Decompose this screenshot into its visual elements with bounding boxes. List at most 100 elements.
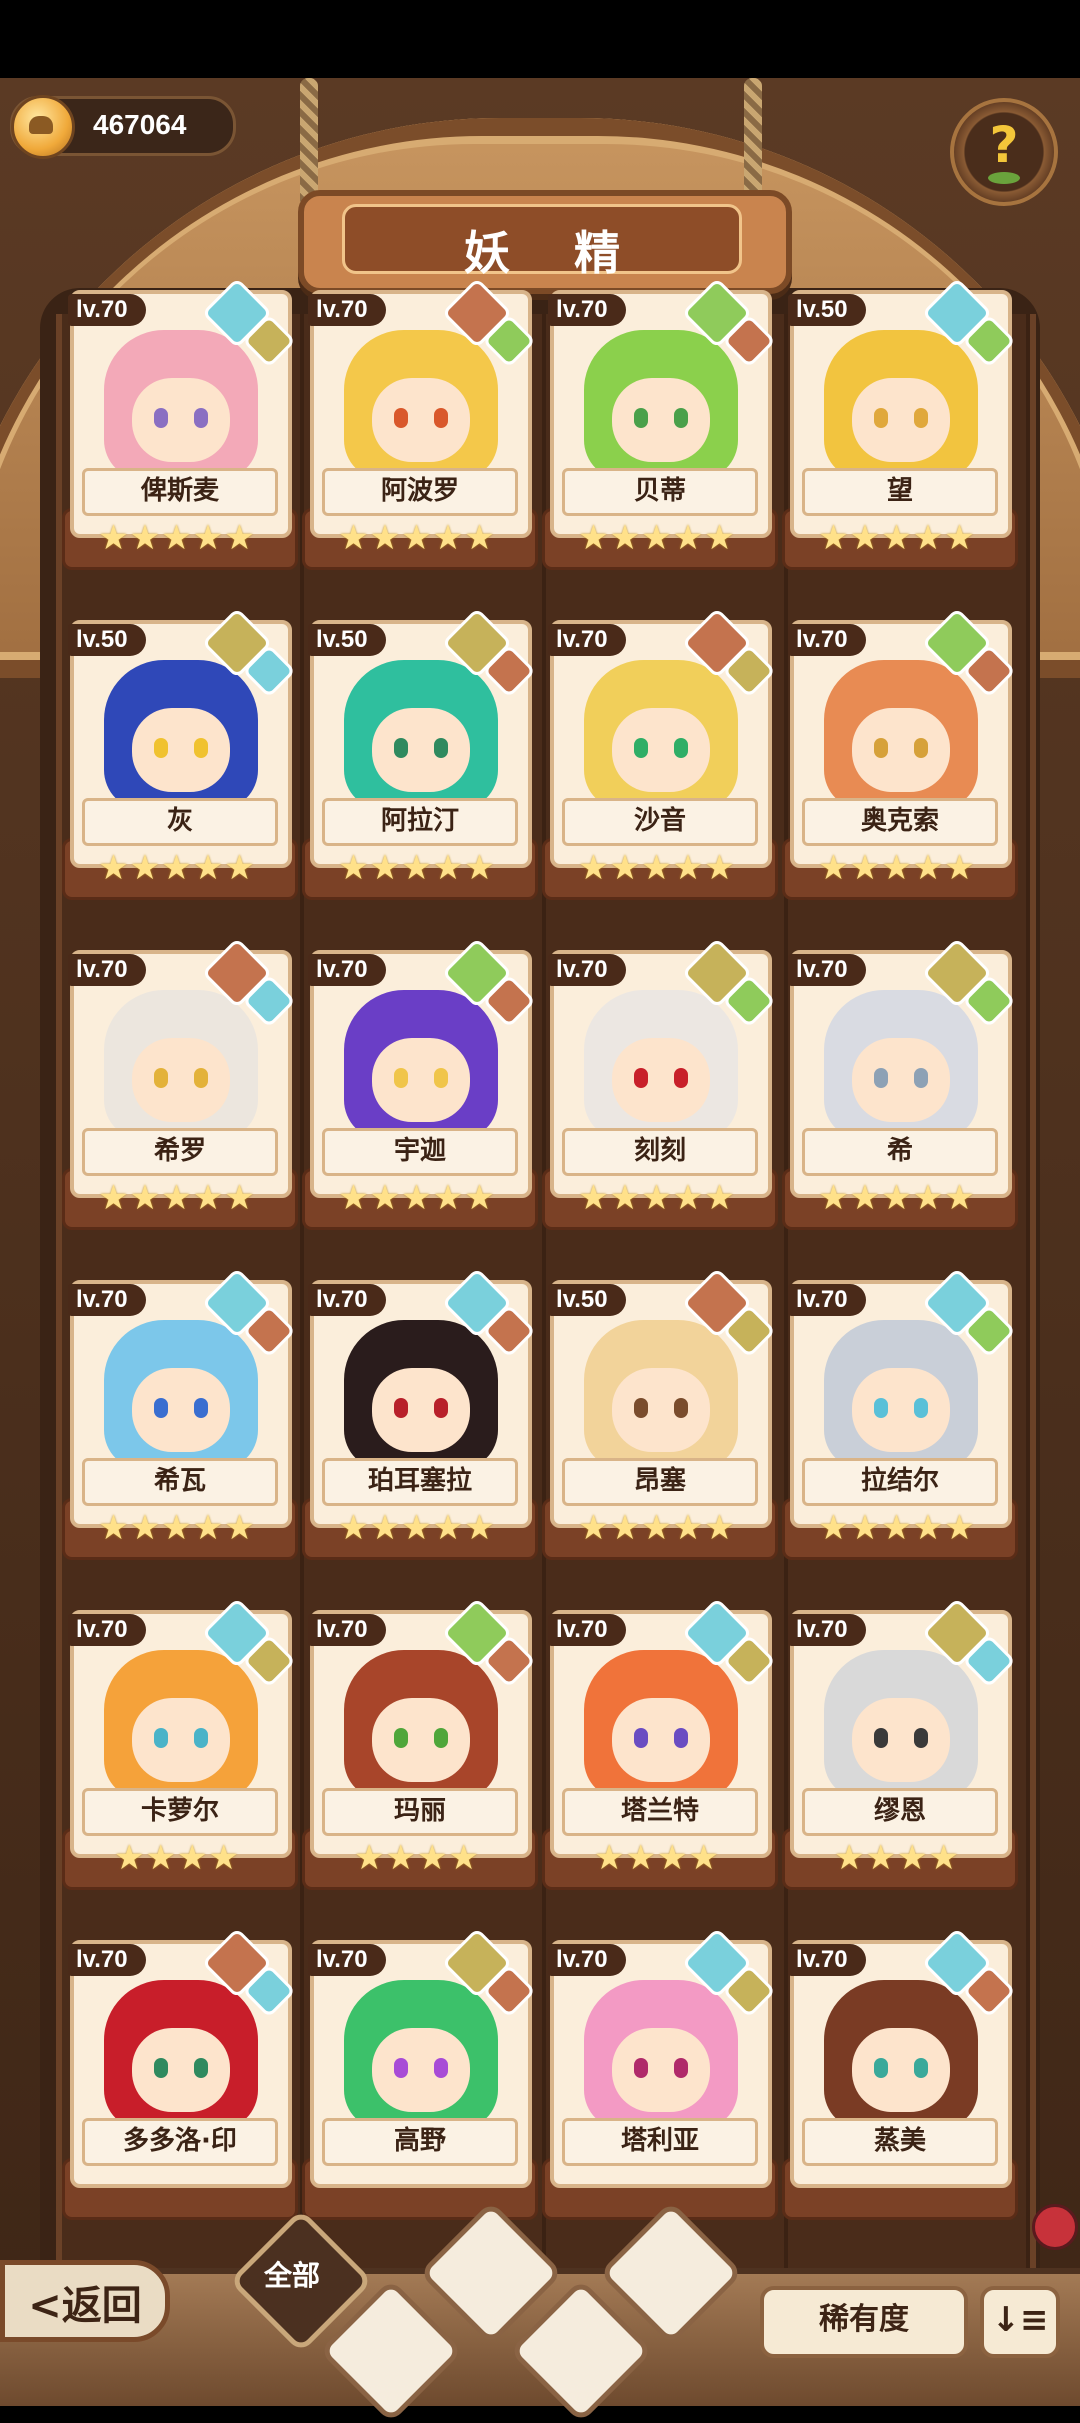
portrait-eye: [194, 1398, 208, 1418]
card-nameplate: 阿波罗: [322, 468, 518, 516]
card-stars: ★★★★★: [98, 1508, 256, 1548]
card-level: lv.70: [308, 1614, 386, 1646]
coin-icon: [11, 95, 75, 159]
fairy-card[interactable]: lv.70 阿波罗 ★★★★★: [302, 277, 538, 570]
portrait-eye: [154, 1398, 168, 1418]
fairy-card[interactable]: lv.70 玛丽 ★★★★: [302, 1597, 538, 1890]
portrait-face: [852, 1368, 950, 1452]
portrait-face: [852, 2028, 950, 2112]
help-button[interactable]: ?: [950, 98, 1058, 206]
card-level: lv.70: [308, 1284, 386, 1316]
portrait-eye: [914, 1728, 928, 1748]
fairy-card[interactable]: lv.50 阿拉汀 ★★★★★: [302, 607, 538, 900]
card-nameplate: 多多洛·印: [82, 2118, 278, 2166]
fairy-card[interactable]: lv.70 拉结尔 ★★★★★: [782, 1267, 1018, 1560]
card-level: lv.70: [68, 294, 146, 326]
card-level: lv.70: [788, 1284, 866, 1316]
card-level: lv.70: [548, 1614, 626, 1646]
portrait-eye: [394, 2058, 408, 2078]
sort-order-button[interactable]: ↓≡: [980, 2286, 1060, 2358]
fairy-card[interactable]: lv.70 希 ★★★★★: [782, 937, 1018, 1230]
fairy-card[interactable]: lv.70 塔兰特 ★★★★: [542, 1597, 778, 1890]
card-nameplate: 奥克索: [802, 798, 998, 846]
card-stars: ★★★★★: [98, 1178, 256, 1218]
portrait-eye: [394, 738, 408, 758]
fairy-card[interactable]: lv.70 俾斯麦 ★★★★★: [62, 277, 298, 570]
portrait-eye: [194, 408, 208, 428]
card-level: lv.70: [308, 294, 386, 326]
portrait-eye: [434, 738, 448, 758]
portrait-eye: [154, 2058, 168, 2078]
fairy-card[interactable]: lv.70 多多洛·印: [62, 1927, 298, 2220]
portrait-face: [372, 2028, 470, 2112]
portrait-eye: [674, 1068, 688, 1088]
portrait-face: [132, 2028, 230, 2112]
fairy-card[interactable]: lv.70 珀耳塞拉 ★★★★★: [302, 1267, 538, 1560]
filter-all-label: 全部: [264, 2259, 321, 2292]
fairy-card[interactable]: lv.50 望 ★★★★★: [782, 277, 1018, 570]
portrait-eye: [874, 738, 888, 758]
fairy-card[interactable]: lv.70 希瓦 ★★★★★: [62, 1267, 298, 1560]
card-level: lv.70: [308, 954, 386, 986]
card-stars: ★★★★★: [818, 848, 976, 888]
portrait-eye: [634, 738, 648, 758]
portrait-face: [372, 1368, 470, 1452]
card-level: lv.70: [68, 954, 146, 986]
portrait-face: [612, 1038, 710, 1122]
portrait-eye: [674, 1728, 688, 1748]
currency-amount: 467064: [93, 109, 187, 140]
portrait-face: [132, 1038, 230, 1122]
portrait-eye: [394, 1068, 408, 1088]
sort-rarity-button[interactable]: 稀有度: [760, 2286, 968, 2358]
fairy-card[interactable]: lv.70 高野: [302, 1927, 538, 2220]
card-level: lv.50: [68, 624, 146, 656]
fairy-card[interactable]: lv.70 卡萝尔 ★★★★: [62, 1597, 298, 1890]
portrait-eye: [914, 408, 928, 428]
portrait-eye: [194, 738, 208, 758]
fairy-card[interactable]: lv.70 刻刻 ★★★★★: [542, 937, 778, 1230]
fairy-card[interactable]: lv.70 沙音 ★★★★★: [542, 607, 778, 900]
portrait-face: [852, 378, 950, 462]
fairy-card[interactable]: lv.70 塔利亚: [542, 1927, 778, 2220]
card-name: 卡萝尔: [140, 1796, 219, 1826]
card-name: 俾斯麦: [140, 476, 219, 506]
question-mark-icon: ?: [989, 116, 1019, 174]
fairy-card[interactable]: lv.70 缪恩 ★★★★: [782, 1597, 1018, 1890]
card-stars: ★★★★★: [338, 518, 496, 558]
card-level: lv.50: [788, 294, 866, 326]
fairy-card[interactable]: lv.70 宇迦 ★★★★★: [302, 937, 538, 1230]
card-name: 昂塞: [633, 1466, 686, 1496]
card-nameplate: 望: [802, 468, 998, 516]
card-nameplate: 希罗: [82, 1128, 278, 1176]
title-sign: 妖 精: [298, 190, 792, 294]
portrait-face: [132, 378, 230, 462]
card-stars: ★★★★: [114, 1838, 240, 1878]
card-nameplate: 缪恩: [802, 1788, 998, 1836]
portrait-eye: [914, 1068, 928, 1088]
portrait-face: [372, 708, 470, 792]
portrait-face: [612, 708, 710, 792]
fairy-card[interactable]: lv.50 灰 ★★★★★: [62, 607, 298, 900]
ladybug-icon: [1032, 2204, 1078, 2250]
card-name: 蒸美: [873, 2126, 926, 2156]
card-name: 贝蒂: [633, 476, 686, 506]
back-button[interactable]: <返回: [0, 2260, 170, 2342]
card-name: 希: [886, 1136, 913, 1166]
card-name: 玛丽: [393, 1796, 446, 1826]
card-nameplate: 刻刻: [562, 1128, 758, 1176]
card-nameplate: 昂塞: [562, 1458, 758, 1506]
portrait-eye: [634, 1728, 648, 1748]
card-stars: ★★★★: [354, 1838, 480, 1878]
card-nameplate: 希: [802, 1128, 998, 1176]
card-level: lv.70: [788, 1944, 866, 1976]
fairy-card[interactable]: lv.70 希罗 ★★★★★: [62, 937, 298, 1230]
fairy-card[interactable]: lv.70 奥克索 ★★★★★: [782, 607, 1018, 900]
fairy-card[interactable]: lv.50 昂塞 ★★★★★: [542, 1267, 778, 1560]
card-level: lv.70: [788, 624, 866, 656]
portrait-face: [852, 708, 950, 792]
card-nameplate: 沙音: [562, 798, 758, 846]
fairy-card[interactable]: lv.70 蒸美: [782, 1927, 1018, 2220]
card-stars: ★★★★★: [578, 848, 736, 888]
fairy-card[interactable]: lv.70 贝蒂 ★★★★★: [542, 277, 778, 570]
portrait-eye: [914, 2058, 928, 2078]
